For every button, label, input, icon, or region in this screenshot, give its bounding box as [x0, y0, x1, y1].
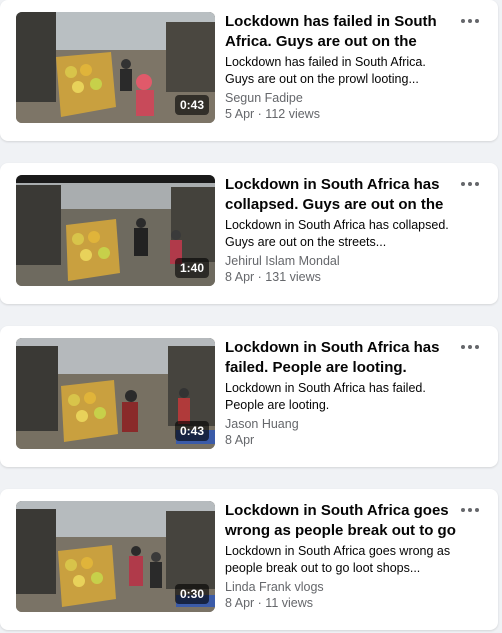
more-horizontal-icon[interactable]: [458, 12, 482, 30]
video-description: Lockdown in South Africa goes wrong as p…: [225, 544, 451, 575]
video-meta: 8 Apr · 11 views: [225, 596, 314, 610]
video-card[interactable]: 0:43 Lockdown in South Africa has failed…: [0, 326, 498, 467]
video-card[interactable]: 1:40 Lockdown in South Africa has collap…: [0, 163, 498, 304]
video-author[interactable]: Jehirul Islam Mondal: [225, 253, 457, 269]
more-horizontal-icon[interactable]: [458, 175, 482, 193]
video-title[interactable]: Lockdown in South Africa goes wrong as p…: [225, 501, 457, 541]
video-card[interactable]: 0:43 Lockdown has failed in South Africa…: [0, 0, 498, 141]
video-description: Lockdown in South Africa has failed. Peo…: [225, 381, 426, 412]
video-title[interactable]: Lockdown in South Africa has collapsed. …: [225, 175, 457, 215]
more-horizontal-icon[interactable]: [458, 338, 482, 356]
video-duration: 0:43: [174, 95, 209, 115]
video-duration: 1:40: [174, 258, 209, 278]
video-description: Lockdown has failed in South Africa. Guy…: [225, 55, 426, 86]
more-horizontal-icon[interactable]: [458, 501, 482, 519]
video-duration: 0:30: [174, 584, 209, 604]
video-meta: 8 Apr: [225, 433, 255, 447]
video-author[interactable]: Segun Fadipe: [225, 90, 457, 106]
video-thumbnail[interactable]: 0:43: [16, 12, 215, 123]
video-thumbnail[interactable]: 0:30: [16, 501, 215, 612]
video-duration: 0:43: [174, 421, 209, 441]
video-thumbnail[interactable]: 0:43: [16, 338, 215, 449]
video-description: Lockdown in South Africa has collapsed. …: [225, 218, 449, 249]
video-title[interactable]: Lockdown in South Africa has failed. Peo…: [225, 338, 457, 378]
video-author[interactable]: Jason Huang: [225, 416, 457, 432]
video-title[interactable]: Lockdown has failed in South Africa. Guy…: [225, 12, 457, 52]
video-thumbnail[interactable]: 1:40: [16, 175, 215, 286]
video-meta: 8 Apr · 131 views: [225, 270, 321, 284]
video-meta: 5 Apr · 112 views: [225, 107, 320, 121]
video-author[interactable]: Linda Frank vlogs: [225, 579, 457, 595]
video-card[interactable]: 0:30 Lockdown in South Africa goes wrong…: [0, 489, 498, 630]
